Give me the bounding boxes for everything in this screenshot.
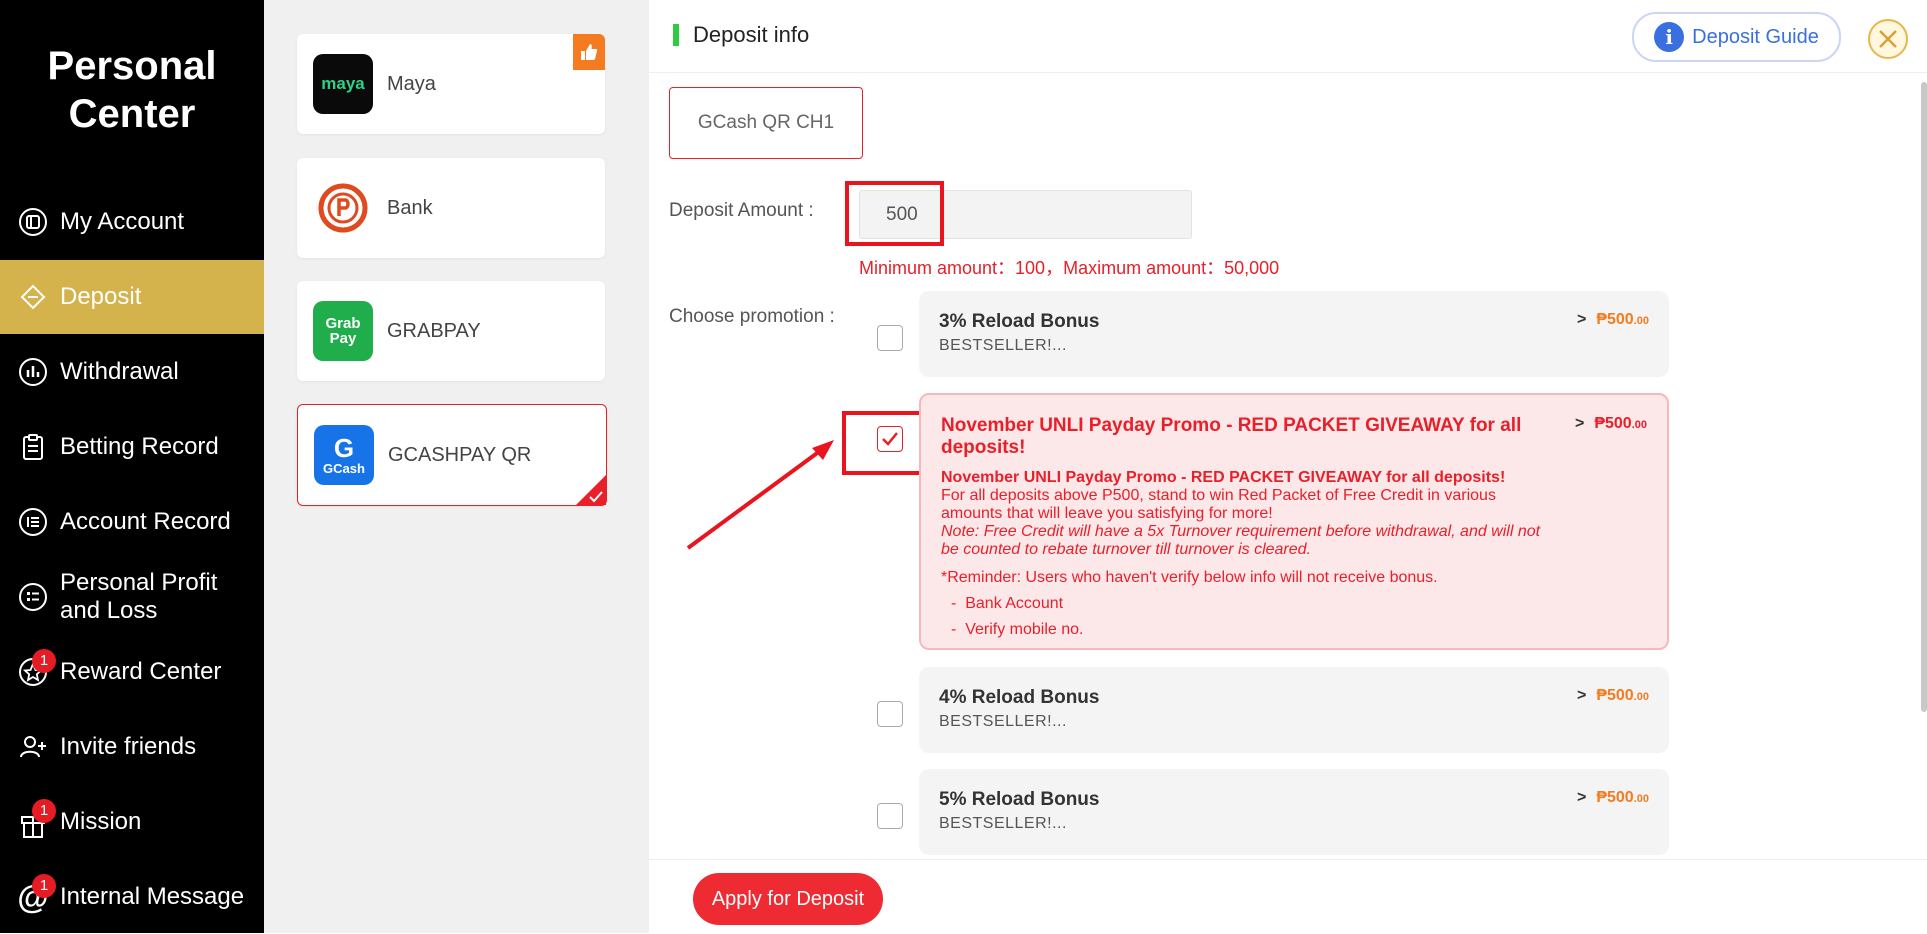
sidebar-item-label: Mission — [60, 808, 142, 835]
sidebar-item-betting-record[interactable]: Betting Record — [0, 410, 264, 484]
gift-icon: 1 — [18, 799, 56, 838]
record-icon — [18, 507, 48, 537]
sidebar-item-withdrawal[interactable]: Withdrawal — [0, 335, 264, 409]
deposit-icon — [18, 282, 48, 312]
sidebar-title: Personal Center — [47, 44, 217, 136]
sidebar-item-label: Withdrawal — [60, 358, 179, 385]
promo-card-4-reload[interactable]: 4% Reload Bonus BESTSELLER!... > ₱500.00 — [919, 667, 1669, 753]
promo-checkbox-3-reload[interactable] — [877, 325, 903, 351]
promo-amount: > ₱500.00 — [1576, 311, 1649, 328]
thumbs-up-icon — [573, 34, 605, 70]
sidebar-item-invite-friends[interactable]: Invite friends — [0, 710, 264, 784]
withdrawal-icon — [18, 357, 48, 387]
promo-detail-note: Note: Free Credit will have a 5x Turnove… — [941, 523, 1541, 558]
promo-amount: > ₱500.00 — [1576, 687, 1649, 704]
annotation-highlight-box — [842, 411, 924, 475]
channel-option-gcash-qr-ch1[interactable]: GCash QR CH1 — [669, 87, 863, 159]
promo-checkbox-5-reload[interactable] — [877, 803, 903, 829]
list-item: - Verify mobile no. — [951, 621, 1084, 638]
deposit-info-panel: Deposit info i Deposit Guide GCash QR CH… — [649, 0, 1927, 934]
sidebar-item-internal-message[interactable]: @ 1 Internal Message — [0, 860, 264, 934]
promo-amount: > ₱500.00 — [1576, 789, 1649, 806]
promo-card-3-reload[interactable]: 3% Reload Bonus BESTSELLER!... > ₱500.00 — [919, 291, 1669, 377]
promo-requirement-list: - Bank Account - Verify mobile no. — [941, 595, 1551, 639]
annotation-arrow — [686, 440, 834, 550]
gcash-logo: G GCash — [314, 425, 374, 485]
promo-detail-heading: November UNLI Payday Promo - RED PACKET … — [941, 469, 1506, 486]
apply-for-deposit-button[interactable]: Apply for Deposit — [693, 873, 883, 925]
promo-title: November UNLI Payday Promo - RED PACKET … — [941, 415, 1522, 458]
deposit-amount-label: Deposit Amount : — [669, 200, 814, 221]
method-card-maya[interactable]: maya Maya — [297, 34, 605, 134]
promo-detail-reminder: *Reminder: Users who haven't verify belo… — [941, 569, 1438, 586]
sidebar-item-label: Personal Profit and Loss — [60, 569, 218, 624]
panel-footer: Apply for Deposit — [649, 859, 1927, 934]
close-icon[interactable] — [1867, 18, 1909, 60]
promo-card-5-reload[interactable]: 5% Reload Bonus BESTSELLER!... > ₱500.00 — [919, 769, 1669, 855]
annotation-highlight-box — [845, 181, 944, 246]
at-icon: @ 1 — [17, 874, 56, 915]
clipboard-icon — [18, 432, 48, 462]
notification-badge: 1 — [32, 874, 56, 898]
page-title: Deposit info — [693, 22, 810, 47]
deposit-guide-button[interactable]: i Deposit Guide — [1632, 12, 1841, 62]
payment-method-list: maya Maya Bank Grab Pay GRABPAY G GCash … — [264, 0, 649, 933]
sidebar-item-label: Reward Center — [60, 658, 222, 685]
promo-amount: > ₱500.00 — [1574, 415, 1647, 432]
promo-detail-body: For all deposits above P500, stand to wi… — [941, 487, 1496, 522]
method-name: GCASHPAY QR — [388, 443, 532, 466]
sidebar-item-profit-loss[interactable]: Personal Profit and Loss — [0, 560, 264, 634]
promo-title: 5% Reload Bonus — [939, 789, 1100, 810]
star-icon: 1 — [18, 649, 56, 687]
grabpay-logo: Grab Pay — [313, 301, 373, 361]
sidebar-item-deposit[interactable]: Deposit — [0, 260, 264, 334]
sidebar-item-reward-center[interactable]: 1 Reward Center — [0, 635, 264, 709]
promo-card-november-unli[interactable]: November UNLI Payday Promo - RED PACKET … — [919, 393, 1669, 650]
method-name: Maya — [387, 72, 436, 95]
promo-title: 3% Reload Bonus — [939, 311, 1100, 332]
sidebar: Personal Center My Account Deposit Withd… — [0, 0, 264, 933]
add-user-icon — [18, 732, 48, 762]
method-name: Bank — [387, 196, 433, 219]
bank-logo — [313, 178, 373, 238]
sidebar-item-label: Invite friends — [60, 733, 197, 760]
method-card-gcash[interactable]: G GCash GCASHPAY QR — [297, 404, 607, 506]
sidebar-item-label: My Account — [60, 208, 185, 235]
promo-subtitle: BESTSELLER!... — [939, 815, 1067, 832]
list-item: - Bank Account — [951, 595, 1064, 612]
method-card-bank[interactable]: Bank — [297, 158, 605, 258]
scrollbar[interactable] — [1921, 82, 1927, 712]
notification-badge: 1 — [32, 799, 56, 823]
sidebar-item-mission[interactable]: 1 Mission — [0, 785, 264, 859]
check-icon — [589, 491, 603, 503]
promo-checkbox-4-reload[interactable] — [877, 701, 903, 727]
sidebar-item-label: Internal Message — [60, 883, 245, 910]
amount-limit-hint: Minimum amount：100，Maximum amount：50,000 — [859, 258, 1280, 278]
promo-subtitle: BESTSELLER!... — [939, 713, 1067, 730]
list-icon — [18, 582, 48, 612]
method-name: GRABPAY — [387, 319, 481, 342]
maya-logo: maya — [313, 54, 373, 114]
method-card-grabpay[interactable]: Grab Pay GRABPAY — [297, 281, 605, 381]
sidebar-item-account-record[interactable]: Account Record — [0, 485, 264, 559]
notification-badge: 1 — [32, 649, 56, 673]
account-icon — [18, 207, 48, 237]
promo-subtitle: BESTSELLER!... — [939, 337, 1067, 354]
promo-details: November UNLI Payday Promo - RED PACKET … — [941, 469, 1551, 639]
sidebar-item-label: Account Record — [60, 508, 231, 535]
promotion-label: Choose promotion : — [669, 306, 835, 327]
deposit-guide-label: Deposit Guide — [1692, 25, 1819, 48]
panel-header: Deposit info i Deposit Guide — [649, 0, 1927, 73]
sidebar-item-label: Deposit — [60, 283, 142, 310]
header-accent — [673, 24, 679, 46]
sidebar-item-my-account[interactable]: My Account — [0, 185, 264, 259]
info-icon: i — [1654, 22, 1685, 52]
sidebar-item-label: Betting Record — [60, 433, 219, 460]
promo-title: 4% Reload Bonus — [939, 687, 1100, 708]
